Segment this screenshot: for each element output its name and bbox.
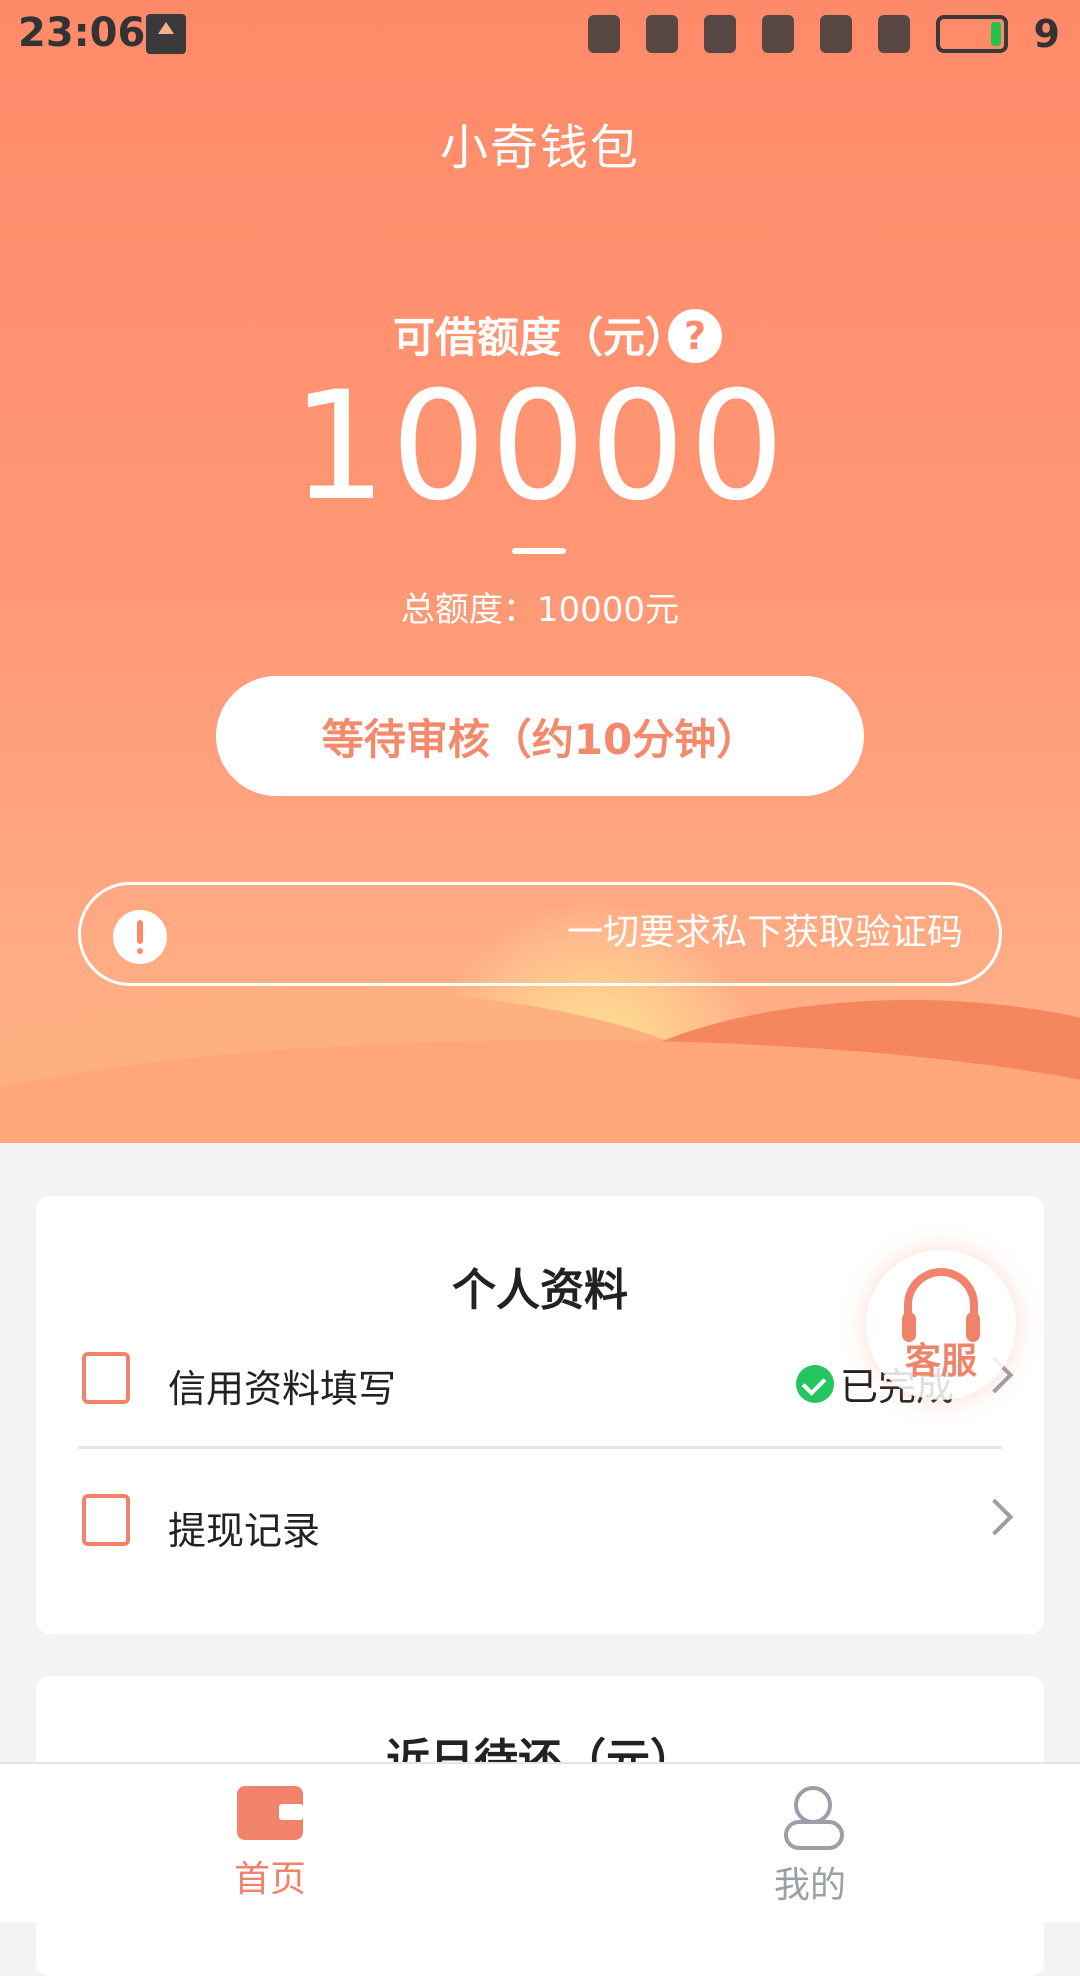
credit-info-label: 信用资料填写	[168, 1367, 397, 1411]
nav-mine[interactable]: 我的	[710, 1786, 910, 1908]
warning-icon	[113, 910, 167, 964]
battery-level: 9	[1033, 12, 1060, 56]
nav-mine-label: 我的	[773, 1865, 846, 1906]
withdraw-record-row[interactable]: 提现记录	[0, 1452, 1080, 1592]
bottom-nav: 首页 我的	[0, 1762, 1080, 1922]
4g-signal-icon	[819, 15, 852, 53]
row-divider	[78, 1446, 1002, 1449]
signal-icon	[761, 15, 794, 53]
wallet-icon	[237, 1786, 303, 1840]
status-time: 23:06	[18, 10, 146, 56]
headset-icon	[902, 1268, 980, 1342]
chevron-right-icon	[976, 1498, 1014, 1536]
total-credit: 总额度：10000元	[400, 590, 680, 630]
charging-icon	[877, 15, 910, 53]
wifi-icon	[703, 15, 736, 53]
edit-icon	[82, 1352, 130, 1404]
notice-text: 一切要求私下获取验证码	[566, 912, 963, 953]
nav-home-label: 首页	[233, 1859, 306, 1900]
status-icons: 9	[587, 12, 1060, 56]
customer-service-label: 客服	[904, 1341, 977, 1382]
user-icon	[778, 1786, 844, 1850]
notice-banner[interactable]: 一切要求私下获取验证码	[78, 882, 1002, 986]
alarm-icon	[645, 15, 678, 53]
upload-icon	[146, 14, 186, 54]
vibrate-icon	[587, 15, 620, 53]
credit-amount: 10000	[291, 360, 789, 534]
apply-status-button[interactable]: 等待审核（约10分钟）	[216, 676, 864, 796]
check-icon	[796, 1364, 834, 1403]
withdraw-record-label: 提现记录	[168, 1509, 321, 1553]
document-icon	[82, 1494, 130, 1546]
hero-banner: 23:06 9 小奇钱包 可借额度（元） ? 10000 总额度：10000元 …	[0, 0, 1080, 1143]
help-icon[interactable]: ?	[668, 309, 722, 363]
nav-home[interactable]: 首页	[170, 1786, 370, 1902]
customer-service-button[interactable]: 客服	[866, 1250, 1016, 1400]
app-title: 小奇钱包	[439, 120, 640, 176]
credit-label: 可借额度（元）	[392, 313, 687, 362]
battery-icon	[935, 15, 1008, 53]
divider	[512, 548, 566, 554]
status-bar: 23:06 9	[0, 0, 1080, 66]
